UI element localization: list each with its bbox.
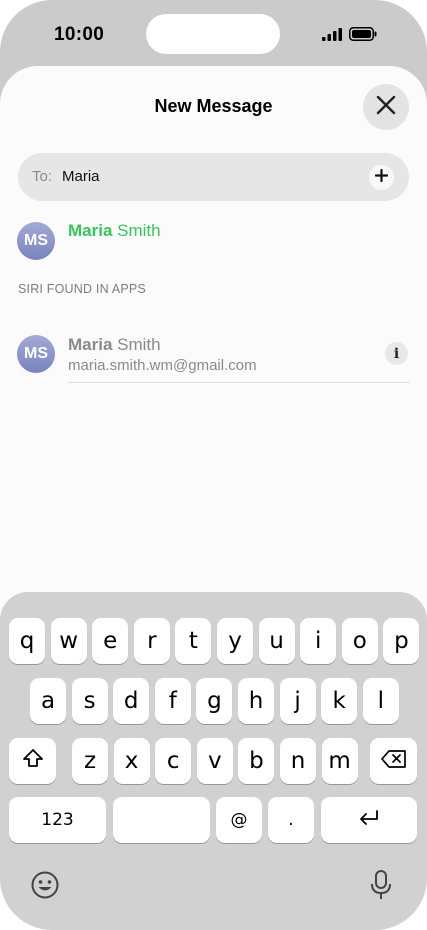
key-v[interactable]: v (196, 738, 233, 784)
key-a[interactable]: a (30, 678, 66, 724)
key-c[interactable]: c (155, 738, 192, 784)
info-icon: i (393, 345, 400, 362)
key-y[interactable]: y (217, 618, 253, 664)
at-key[interactable]: @ (216, 797, 262, 843)
key-q[interactable]: q (9, 618, 45, 664)
key-l[interactable]: l (362, 678, 399, 724)
key-t[interactable]: t (175, 618, 212, 664)
info-button[interactable]: i (385, 342, 408, 365)
space-key[interactable] (113, 797, 210, 843)
numbers-key[interactable]: 123 (9, 797, 106, 843)
delete-icon (380, 748, 407, 774)
key-h[interactable]: h (238, 678, 274, 724)
dynamic-island (146, 14, 280, 54)
suggestion-name-rest: Smith (112, 221, 161, 240)
key-k[interactable]: k (321, 678, 358, 724)
dictation-button[interactable] (366, 869, 396, 906)
close-icon (375, 94, 397, 121)
key-w[interactable]: w (50, 618, 87, 664)
key-x[interactable]: x (113, 738, 150, 784)
delete-key[interactable] (370, 738, 417, 784)
close-button[interactable] (363, 84, 409, 130)
divider (68, 382, 410, 383)
recipient-input[interactable]: Maria (62, 168, 100, 185)
key-p[interactable]: p (383, 618, 420, 664)
key-e[interactable]: e (92, 618, 129, 664)
key-b[interactable]: b (238, 738, 275, 784)
contact-name-rest: Smith (112, 335, 161, 354)
key-z[interactable]: z (72, 738, 108, 784)
suggestion-name: Maria Smith (68, 221, 161, 241)
to-label: To: (32, 168, 53, 185)
shift-icon (22, 748, 44, 774)
key-o[interactable]: o (341, 618, 378, 664)
suggestion-name-match: Maria (68, 221, 113, 240)
avatar: MS (17, 222, 55, 260)
phone-screen: 10:00 New Message To: Maria MS Maria Smi… (0, 0, 427, 930)
microphone-icon (369, 869, 393, 906)
battery-icon (349, 27, 377, 46)
return-icon (357, 807, 381, 833)
key-i[interactable]: i (300, 618, 337, 664)
section-header: SIRI FOUND IN APPS (18, 282, 146, 296)
key-j[interactable]: j (279, 678, 316, 724)
key-u[interactable]: u (258, 618, 295, 664)
status-time: 10:00 (54, 24, 105, 45)
cellular-signal-icon (322, 27, 342, 46)
status-icons (322, 27, 377, 46)
avatar: MS (17, 335, 55, 373)
contact-email: maria.smith.wm@gmail.com (68, 357, 257, 374)
key-r[interactable]: r (133, 618, 170, 664)
key-m[interactable]: m (321, 738, 358, 784)
emoji-button[interactable] (29, 871, 61, 903)
plus-icon (374, 168, 389, 187)
emoji-icon (30, 870, 60, 905)
dot-key[interactable]: . (268, 797, 314, 843)
key-n[interactable]: n (280, 738, 316, 784)
contact-name: Maria Smith (68, 335, 161, 355)
keyboard: qwertyuiop asdfghjkl zxcvbnm 123 @ . (0, 592, 427, 930)
key-d[interactable]: d (113, 678, 150, 724)
return-key[interactable] (321, 797, 417, 843)
add-recipient-button[interactable] (369, 165, 394, 190)
shift-key[interactable] (9, 738, 56, 784)
contact-name-match: Maria (68, 335, 113, 354)
key-g[interactable]: g (196, 678, 233, 724)
key-s[interactable]: s (71, 678, 108, 724)
status-bar: 10:00 (0, 0, 427, 66)
key-f[interactable]: f (154, 678, 191, 724)
recipient-field[interactable]: To: Maria (18, 153, 409, 201)
